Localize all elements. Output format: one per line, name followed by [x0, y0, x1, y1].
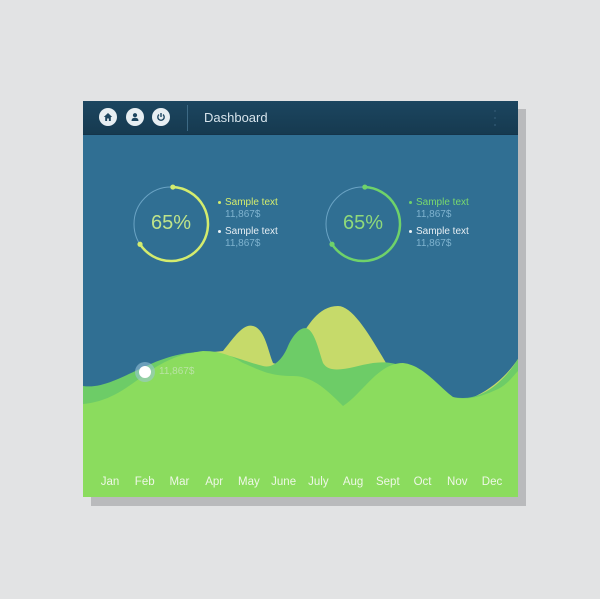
- month-label: Aug: [342, 476, 364, 488]
- month-label: July: [308, 476, 329, 488]
- month-label: Dec: [481, 476, 503, 488]
- dashboard-window: Dashboard 65% Sample text 11,867$ Sample…: [83, 101, 518, 497]
- marker-value-label: 11,867$: [159, 366, 195, 377]
- month-label: May: [238, 476, 260, 488]
- month-label: Jan: [100, 476, 120, 488]
- month-label: Apr: [205, 476, 224, 488]
- month-label: Oct: [413, 476, 432, 488]
- month-label: June: [271, 476, 297, 488]
- month-label: Feb: [134, 476, 155, 488]
- month-label: Nov: [447, 476, 468, 488]
- area-chart: [83, 306, 518, 497]
- month-label: Sept: [375, 476, 400, 488]
- month-label: Mar: [169, 476, 190, 488]
- value-marker[interactable]: [135, 362, 155, 382]
- marker-dot: [139, 366, 151, 378]
- month-axis: Jan Feb Mar Apr May June July Aug Sept Oct Nov Dec: [83, 476, 518, 492]
